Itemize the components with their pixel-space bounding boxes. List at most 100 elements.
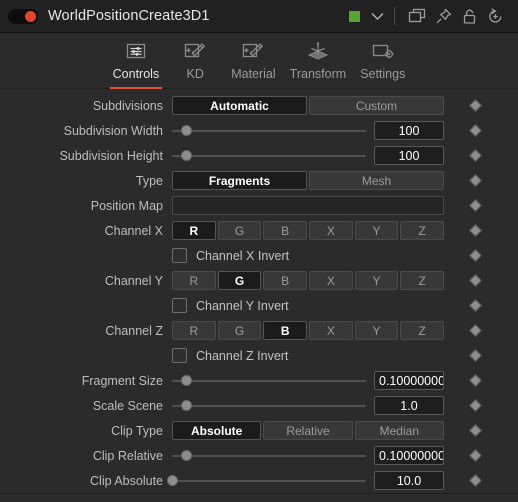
slider-track-area[interactable] <box>172 371 374 390</box>
transform-axis-icon <box>305 38 331 64</box>
segment-button-z[interactable]: Z <box>400 321 445 340</box>
checkbox-box[interactable] <box>172 248 187 263</box>
segment-button-median[interactable]: Median <box>354 421 444 440</box>
tab-label: Controls <box>112 67 160 81</box>
segment-button-r[interactable]: R <box>172 271 216 290</box>
numeric-input[interactable]: 0.10000000 <box>374 371 444 390</box>
slider-handle[interactable] <box>181 375 193 386</box>
control-label: Scale Scene <box>92 398 163 413</box>
node-color-chip[interactable] <box>349 10 360 22</box>
keyframe-marker[interactable] <box>444 99 507 112</box>
lock-icon[interactable] <box>456 4 482 28</box>
duplicate-windows-icon[interactable] <box>404 4 430 28</box>
node-titlebar: WorldPositionCreate3D1 <box>0 0 518 33</box>
page-title: WorldPositionCreate3D1 <box>48 8 210 24</box>
position-map-input[interactable] <box>172 196 444 215</box>
checkbox-box[interactable] <box>172 298 187 313</box>
segment-button-x[interactable]: X <box>309 221 353 240</box>
segment-button-z[interactable]: Z <box>400 221 445 240</box>
tab-transform[interactable]: Transform <box>283 37 354 89</box>
slider-track <box>172 130 366 132</box>
tab-settings[interactable]: Settings <box>353 37 412 89</box>
segment-button-b[interactable]: B <box>263 271 308 290</box>
segment-button-x[interactable]: X <box>309 321 353 340</box>
keyframe-marker[interactable] <box>444 299 507 312</box>
keyframe-marker[interactable] <box>444 224 507 237</box>
slider-track-area[interactable] <box>172 121 374 140</box>
segment-button-y[interactable]: Y <box>354 221 399 240</box>
numeric-input[interactable]: 100 <box>374 146 444 165</box>
segment-button-automatic[interactable]: Automatic <box>172 96 307 115</box>
control-label: Subdivisions <box>92 98 163 113</box>
keyframe-marker[interactable] <box>444 174 507 187</box>
keyframe-marker[interactable] <box>444 249 507 262</box>
segment-button-y[interactable]: Y <box>354 271 399 290</box>
tab-controls[interactable]: Controls <box>106 37 167 89</box>
slider-handle[interactable] <box>181 450 193 461</box>
control-label: Type <box>135 173 163 188</box>
slider-handle[interactable] <box>181 125 193 136</box>
keyframe-marker[interactable] <box>444 399 507 412</box>
control-row-position-map: Position Map <box>0 193 518 218</box>
segment-button-fragments[interactable]: Fragments <box>172 171 307 190</box>
control-row-channel-z-invert: Channel Z Invert <box>0 343 518 368</box>
keyframe-marker[interactable] <box>444 124 507 137</box>
segment-button-custom[interactable]: Custom <box>309 96 444 115</box>
control-label: Clip Relative <box>92 448 163 463</box>
material-wand-icon <box>241 38 265 64</box>
segment-button-b[interactable]: B <box>263 321 308 340</box>
segment-button-g[interactable]: G <box>217 221 262 240</box>
numeric-input[interactable]: 100 <box>374 121 444 140</box>
numeric-value: 1.0 <box>400 398 418 413</box>
numeric-value: 0.10000000 <box>379 373 444 388</box>
segment-button-relative[interactable]: Relative <box>263 421 353 440</box>
numeric-input[interactable]: 10.0 <box>374 471 444 490</box>
segment-button-g[interactable]: G <box>217 321 262 340</box>
slider-track-area[interactable] <box>172 446 374 465</box>
segment-button-x[interactable]: X <box>309 271 353 290</box>
numeric-input[interactable]: 1.0 <box>374 396 444 415</box>
checkbox-box[interactable] <box>172 348 187 363</box>
numeric-input[interactable]: 0.10000000 <box>374 446 444 465</box>
segment-button-g[interactable]: G <box>217 271 262 290</box>
keyframe-marker[interactable] <box>444 199 507 212</box>
segment-button-absolute[interactable]: Absolute <box>172 421 262 440</box>
keyframe-marker[interactable] <box>444 374 507 387</box>
numeric-value: 10.0 <box>396 473 422 488</box>
diamond-icon <box>469 299 482 312</box>
keyframe-marker[interactable] <box>444 474 507 487</box>
keyframe-marker[interactable] <box>444 349 507 362</box>
settings-gear-icon <box>371 38 395 64</box>
keyframe-marker[interactable] <box>444 274 507 287</box>
slider-track-area[interactable] <box>172 146 374 165</box>
tab-label: KD <box>186 67 204 81</box>
segment-button-b[interactable]: B <box>263 221 308 240</box>
tab-kd[interactable]: KD <box>166 37 224 89</box>
segment-button-r[interactable]: R <box>172 221 216 240</box>
control-label: Fragment Size <box>81 373 163 388</box>
keyframe-marker[interactable] <box>444 149 507 162</box>
material-wand-icon <box>183 38 207 64</box>
slider-handle[interactable] <box>181 150 193 161</box>
slider-track-area[interactable] <box>167 471 374 490</box>
slider-handle[interactable] <box>167 475 178 486</box>
node-enable-toggle[interactable] <box>8 8 38 24</box>
segment-button-y[interactable]: Y <box>354 321 399 340</box>
segmented-control: Absolute Relative Median <box>172 421 444 440</box>
segment-button-z[interactable]: Z <box>400 271 445 290</box>
node-enable-dot <box>25 10 36 22</box>
control-row-channel-x-invert: Channel X Invert <box>0 243 518 268</box>
slider-handle[interactable] <box>181 400 193 411</box>
segment-button-r[interactable]: R <box>172 321 216 340</box>
keyframe-marker[interactable] <box>444 324 507 337</box>
chevron-down-icon[interactable] <box>369 4 385 28</box>
slider-track-area[interactable] <box>172 396 374 415</box>
keyframe-marker[interactable] <box>444 424 507 437</box>
pin-icon[interactable] <box>430 4 456 28</box>
keyframe-marker[interactable] <box>444 449 507 462</box>
segment-button-mesh[interactable]: Mesh <box>309 171 444 190</box>
diamond-icon <box>469 374 482 387</box>
slider-control: 10.0 <box>167 471 444 490</box>
tab-material[interactable]: Material <box>224 37 282 89</box>
reset-icon[interactable] <box>482 4 508 28</box>
